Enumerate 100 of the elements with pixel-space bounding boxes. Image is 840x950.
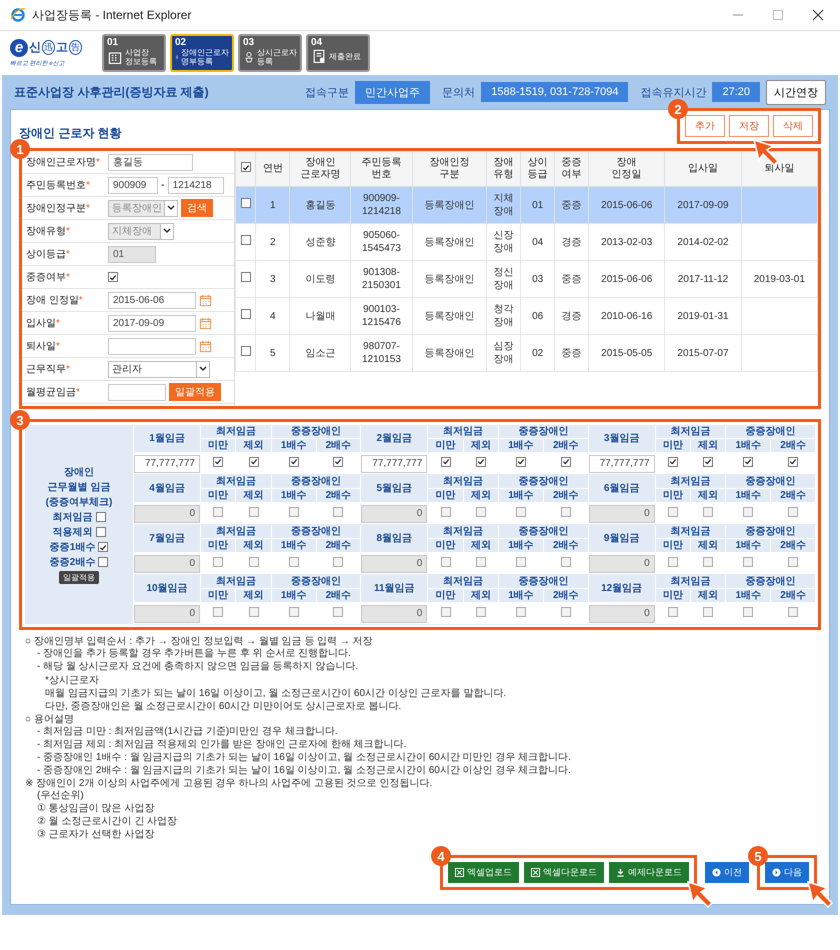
wage-field[interactable]: 77,777,777 bbox=[361, 454, 428, 472]
column-header: 1배수 bbox=[271, 538, 316, 552]
required-mark: * bbox=[66, 272, 70, 283]
dropdown[interactable]: 관리자 bbox=[108, 360, 210, 378]
prev-button[interactable]: 이전 bbox=[705, 862, 749, 883]
maximize-icon[interactable] bbox=[772, 9, 784, 21]
field-label: 중증여부* bbox=[25, 271, 71, 284]
checkbox[interactable] bbox=[96, 527, 106, 537]
column-group-header: 최저임금 bbox=[428, 424, 499, 438]
table-row[interactable]: 1 홍길동 900909- 1214218 등록장애인 지체 장애 01 중증 2015-06-06 2017-09-09 bbox=[236, 186, 818, 224]
required-mark: * bbox=[56, 341, 60, 352]
table-cell: 등록장애인 bbox=[424, 200, 474, 210]
column-header: 1배수 bbox=[271, 438, 316, 452]
calendar-icon[interactable] bbox=[199, 294, 212, 306]
checkbox[interactable] bbox=[98, 542, 108, 552]
excel-button[interactable]: 엑셀다운로드 bbox=[524, 862, 604, 883]
column-header: 제외 bbox=[463, 438, 499, 452]
checkbox[interactable] bbox=[703, 456, 714, 467]
wage-field[interactable]: 77,777,777 bbox=[134, 454, 200, 472]
checkbox[interactable] bbox=[213, 456, 224, 467]
checkbox[interactable] bbox=[96, 512, 106, 522]
next-button[interactable]: 다음 bbox=[765, 862, 809, 883]
checkbox[interactable] bbox=[98, 557, 108, 567]
wage-field[interactable]: 77,777,777 bbox=[588, 454, 655, 472]
table-cell: 나월매 bbox=[305, 310, 336, 322]
checkbox[interactable] bbox=[240, 346, 251, 356]
text-field[interactable]: 1214218 bbox=[168, 176, 224, 194]
checkbox[interactable] bbox=[240, 198, 251, 208]
month-label: 9월임금 bbox=[588, 524, 656, 552]
table-cell: 4 bbox=[270, 310, 276, 322]
checkbox[interactable] bbox=[476, 456, 486, 467]
note-text: - 장애인을 추가 등록할 경우 추가버튼을 누른 후 위 순서로 진행합니다. bbox=[37, 648, 352, 660]
callout-badge: 5 bbox=[748, 846, 768, 866]
column-header: 2배수 bbox=[543, 588, 588, 602]
browser-logo-icon bbox=[10, 7, 26, 23]
date-field[interactable]: 2017-09-09 bbox=[108, 314, 196, 332]
table-cell: 900909- 1214218 bbox=[362, 193, 401, 217]
table-cell: 경증 bbox=[562, 236, 582, 248]
month-label: 4월임금 bbox=[134, 474, 200, 502]
action-button[interactable]: 저장 bbox=[729, 115, 769, 137]
column-header: 1배수 bbox=[498, 488, 544, 502]
step-tab[interactable]: 01 사업장 정보등록 bbox=[102, 34, 166, 72]
table-cell: 경증 bbox=[562, 310, 582, 322]
calendar-icon[interactable] bbox=[199, 340, 212, 352]
table-row[interactable]: 3 이도령 901308- 2150301 등록장애인 정신 장애 03 중증 2015-06-06 2017-11-12 2019-03-01 bbox=[236, 260, 818, 298]
checkbox[interactable] bbox=[788, 456, 798, 467]
apply-all-button[interactable]: 일괄적용 bbox=[169, 383, 221, 401]
checkbox[interactable] bbox=[240, 309, 251, 319]
column-group-header: 최저임금 bbox=[655, 574, 726, 588]
table-cell: 신장 장애 bbox=[494, 230, 514, 254]
action-button[interactable]: 추가 bbox=[685, 115, 725, 137]
column-group-header: 중증장애인 bbox=[271, 474, 361, 488]
column-group-header: 최저임금 bbox=[428, 474, 499, 488]
table-row[interactable]: 2 성준향 905060- 1545473 등록장애인 신장 장애 04 경증 2013-02-03 2014-02-02 bbox=[236, 224, 818, 260]
checkbox[interactable] bbox=[333, 456, 344, 467]
table-cell: 02 bbox=[532, 348, 544, 358]
column-header: 제외 bbox=[690, 438, 726, 452]
table-row[interactable]: 4 나월매 900103- 1215476 등록장애인 청각 장애 06 경증 2010-06-16 2019-01-31 bbox=[236, 298, 818, 334]
table-row[interactable]: 5 임소근 980707- 1210153 등록장애인 심장 장애 02 중증 2015-05-05 2015-07-07 bbox=[236, 334, 818, 372]
step-tab[interactable]: 03 상시근로자 등록 bbox=[238, 34, 302, 72]
checkbox[interactable] bbox=[516, 456, 526, 467]
checkbox[interactable] bbox=[288, 456, 299, 467]
checkbox[interactable] bbox=[440, 456, 450, 467]
column-group-header: 최저임금 bbox=[655, 424, 726, 438]
note-text: - 중증장애인 1배수 : 월 임금지급의 기초가 되는 날이 16일 이상이고, 월 소정근로시간이 60시간 미만인 경우 체크합니다. bbox=[37, 752, 572, 764]
checkbox[interactable] bbox=[560, 456, 571, 467]
excel-button[interactable]: 엑셀업로드 bbox=[448, 862, 519, 883]
download-button[interactable]: 예제다운로드 bbox=[609, 862, 689, 883]
checkbox[interactable] bbox=[248, 456, 259, 467]
info-value: 민간사업주 bbox=[355, 80, 430, 104]
date-field[interactable]: 2015-06-06 bbox=[108, 292, 196, 308]
field-label: 근무직무* bbox=[25, 363, 71, 376]
calendar-icon[interactable] bbox=[199, 316, 212, 330]
checkbox[interactable] bbox=[108, 272, 118, 282]
text-field[interactable]: 900909 bbox=[108, 176, 158, 194]
checkbox[interactable] bbox=[240, 162, 251, 172]
column-header: 미만 bbox=[655, 588, 691, 602]
text-field[interactable]: 홍길동 bbox=[108, 154, 193, 170]
column-group-header: 최저임금 bbox=[655, 524, 726, 538]
month-label: 1월임금 bbox=[134, 424, 200, 452]
step-tab[interactable]: 02 장애인근로자 명부등록 bbox=[170, 34, 234, 72]
column-header: 제외 bbox=[236, 438, 272, 452]
step-tab[interactable]: 04 제출완료 bbox=[306, 34, 370, 72]
extend-time-button[interactable]: 시간연장 bbox=[766, 80, 826, 104]
close-icon[interactable] bbox=[812, 9, 824, 21]
note-text: ○ 장애인명부 입력순서 : 추가 → 장애인 정보입력 → 월별 임금 등 입력 → 저장 bbox=[25, 636, 374, 648]
checkbox[interactable] bbox=[240, 235, 251, 245]
apply-all-button[interactable]: 일괄적용 bbox=[59, 570, 99, 584]
column-group-header: 중증장애인 bbox=[498, 574, 588, 588]
checkbox[interactable] bbox=[240, 272, 251, 282]
checkbox[interactable] bbox=[743, 456, 754, 467]
section-title: 장애인 근로자 현황 bbox=[19, 125, 122, 142]
text-field[interactable] bbox=[108, 384, 166, 400]
date-field[interactable] bbox=[108, 338, 196, 354]
action-button[interactable]: 삭제 bbox=[773, 115, 813, 137]
column-group-header: 최저임금 bbox=[200, 474, 272, 488]
table-cell: 청각 장애 bbox=[494, 304, 514, 328]
column-header: 제외 bbox=[690, 538, 726, 552]
checkbox[interactable] bbox=[668, 456, 678, 467]
column-header: 1배수 bbox=[726, 588, 771, 602]
